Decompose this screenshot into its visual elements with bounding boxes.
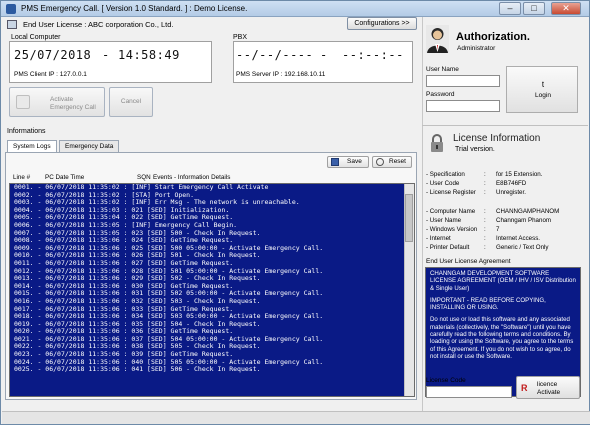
password-input[interactable] — [426, 100, 500, 112]
eula-paragraph: IMPORTANT - READ BEFORE COPYING, INSTALL… — [430, 296, 546, 312]
status-bar — [2, 411, 590, 424]
info-separator: : — [484, 180, 486, 187]
licence-activate-button[interactable]: R licence Activate — [516, 376, 580, 399]
license-info-title: License Information — [453, 133, 541, 144]
pbx-date: --/--/---- — [236, 48, 314, 62]
info-value: Unregister. — [496, 189, 526, 196]
login-button[interactable]: t Login — [506, 66, 578, 113]
reset-label: Reset — [389, 158, 406, 165]
app-icon — [6, 4, 16, 14]
pbx-clock-panel: --/--/---- - --:--:-- PMS Server IP : 19… — [233, 41, 413, 83]
login-label: Login — [535, 92, 551, 99]
activate-emergency-label-2: Emergency Call — [50, 104, 96, 111]
username-input[interactable] — [426, 75, 500, 87]
license-info-subtitle: Trial version. — [455, 146, 495, 153]
pbx-time: --:--:-- — [342, 48, 404, 62]
info-key: - Computer Name — [426, 208, 476, 215]
info-key: - License Register — [426, 189, 476, 196]
pbx-label: PBX — [233, 34, 248, 41]
licence-activate-label-2: Activate — [537, 389, 561, 396]
local-computer-label: Local Computer — [11, 34, 61, 41]
info-separator: : — [484, 244, 486, 251]
info-key: - User Name — [426, 217, 462, 224]
local-dash: - — [102, 48, 110, 62]
log-header: Line # PC Date Time SQN Events - Informa… — [9, 173, 411, 183]
eula-paragraph: CHANNGAM DEVELOPMENT SOFTWARE LICENSE AG… — [430, 270, 576, 292]
local-time: 14:58:49 — [118, 48, 180, 62]
info-value: Generic / Text Only — [496, 244, 549, 251]
lock-icon — [431, 134, 443, 152]
log-scrollbar-thumb[interactable] — [405, 194, 413, 242]
col-datetime: PC Date Time — [45, 174, 85, 181]
maximize-button[interactable]: □ — [523, 2, 545, 15]
configurations-button[interactable]: Configurations >> — [347, 17, 417, 30]
phone-icon — [16, 95, 30, 109]
eula-paragraph: Do not use or load this software and any… — [430, 316, 574, 360]
col-sqn: SQN — [137, 174, 151, 181]
info-separator: : — [484, 208, 486, 215]
username-label: User Name — [426, 66, 459, 73]
reset-icon — [376, 158, 384, 166]
col-events: Events - Information Details — [153, 174, 231, 181]
info-separator: : — [484, 217, 486, 224]
license-code-input[interactable] — [426, 386, 512, 398]
license-icon — [7, 20, 17, 29]
reset-button[interactable]: Reset — [372, 156, 412, 168]
info-value: for 15 Extension. — [496, 171, 543, 178]
log-row[interactable]: 0025. - 06/07/2018 11:35:06 : 041 [SED] … — [10, 366, 414, 374]
cancel-button[interactable]: Cancel — [109, 87, 153, 117]
info-key: - Printer Default — [426, 244, 470, 251]
app-window: PMS Emergency Call. [ Version 1.0 Standa… — [0, 0, 590, 425]
local-date: 25/07/2018 — [14, 48, 92, 62]
info-value: 7 — [496, 226, 500, 233]
licence-activate-label-1: licence — [537, 381, 558, 388]
licence-activate-icon: R — [521, 383, 528, 393]
authorization-title: Authorization. — [456, 31, 530, 43]
license-text: End User License : ABC corporation Co., … — [23, 20, 174, 29]
license-code-label: License Code — [426, 377, 466, 384]
info-separator: : — [484, 189, 486, 196]
activate-emergency-label-1: Activate — [50, 96, 74, 103]
password-label: Password — [426, 91, 455, 98]
info-value: Channgam Phanom — [496, 217, 552, 224]
divider — [422, 125, 588, 126]
system-log-list[interactable]: 0001. - 06/07/2018 11:35:02 : [INF] Star… — [9, 183, 415, 397]
title-bar[interactable]: PMS Emergency Call. [ Version 1.0 Standa… — [1, 1, 589, 17]
info-key: - Internet — [426, 235, 451, 242]
save-button[interactable]: Save — [327, 156, 369, 168]
user-avatar-icon — [426, 25, 449, 53]
eula-label: End User License Agreement — [426, 258, 511, 265]
activate-emergency-button[interactable]: Activate Emergency Call — [9, 87, 105, 117]
info-value: CHANNGAMPHANOM — [496, 208, 560, 215]
authorization-role: Administrator — [457, 45, 496, 52]
minimize-button[interactable]: – — [499, 2, 521, 15]
col-line: Line # — [13, 174, 31, 181]
info-key: - User Code — [426, 180, 460, 187]
save-icon — [331, 158, 339, 166]
info-separator: : — [484, 171, 486, 178]
info-value: E8B746FD — [496, 180, 527, 187]
info-key: - Specification — [426, 171, 465, 178]
window-title: PMS Emergency Call. [ Version 1.0 Standa… — [21, 4, 248, 13]
client-ip: PMS Client IP : 127.0.0.1 — [14, 71, 87, 78]
pbx-dash: - — [320, 48, 328, 62]
login-icon: t — [541, 80, 545, 89]
close-button[interactable]: ✕ — [551, 2, 581, 15]
info-value: Internet Access. — [496, 235, 541, 242]
server-ip: PMS Server IP : 192.168.10.11 — [236, 71, 326, 78]
info-separator: : — [484, 235, 486, 242]
local-clock-panel: 25/07/2018 - 14:58:49 PMS Client IP : 12… — [9, 41, 212, 83]
informations-label: Informations — [7, 128, 46, 135]
save-label: Save — [347, 158, 362, 165]
info-separator: : — [484, 226, 486, 233]
info-key: - Windows Version — [426, 226, 478, 233]
